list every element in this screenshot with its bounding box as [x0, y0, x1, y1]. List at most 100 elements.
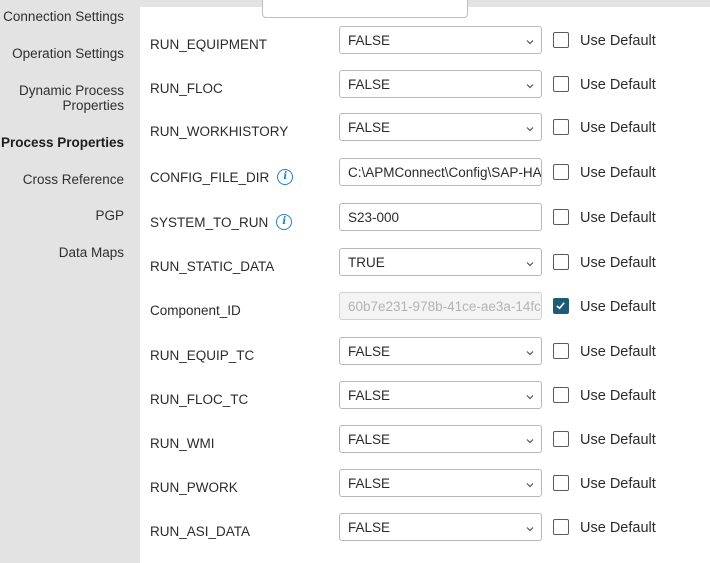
info-icon[interactable]: i	[276, 214, 293, 230]
sidebar-item-process-properties[interactable]: Process Properties	[1, 135, 124, 150]
value-dropdown[interactable]: FALSE	[339, 513, 542, 541]
value-dropdown[interactable]: FALSE	[339, 113, 542, 141]
property-label: RUN_FLOC	[150, 81, 223, 96]
sidebar-item-cross-reference[interactable]: Cross Reference	[23, 172, 124, 187]
property-name: Component_ID	[150, 303, 241, 318]
value-dropdown[interactable]: FALSE	[339, 337, 542, 365]
use-default-checkbox[interactable]	[553, 519, 569, 535]
use-default-label: Use Default	[580, 33, 656, 49]
value-dropdown[interactable]: TRUE	[339, 248, 542, 276]
property-name: RUN_EQUIP_TC	[150, 348, 255, 363]
field-value: FALSE	[348, 119, 391, 135]
sidebar-item-label: Connection Settings	[3, 9, 124, 24]
value-input-disabled: 60b7e231-978b-41ce-ae3a-14fc	[339, 292, 542, 320]
sidebar-item-dynamic-process-properties[interactable]: Dynamic Process Properties	[19, 83, 124, 113]
use-default-checkbox[interactable]	[553, 119, 569, 135]
field-value: FALSE	[348, 32, 391, 48]
sidebar-item-pgp[interactable]: PGP	[95, 208, 124, 223]
property-label: RUN_EQUIP_TC	[150, 348, 254, 363]
chevron-down-icon	[525, 522, 535, 532]
use-default-label: Use Default	[580, 77, 656, 93]
field-value: FALSE	[348, 76, 391, 92]
property-label: Component_ID	[150, 303, 241, 318]
value-dropdown[interactable]: FALSE	[339, 381, 542, 409]
sidebar-item-label-line2: Properties	[62, 98, 124, 113]
field-value: C:\APMConnect\Config\SAP-HAI	[348, 164, 542, 180]
chevron-down-icon	[525, 122, 535, 132]
use-default-checkbox[interactable]	[553, 431, 569, 447]
value-dropdown[interactable]: FALSE	[339, 469, 542, 497]
field-value: FALSE	[348, 475, 391, 491]
property-label: RUN_WMI	[150, 436, 215, 451]
use-default-checkbox[interactable]	[553, 343, 569, 359]
use-default-label: Use Default	[580, 344, 656, 360]
field-value: 60b7e231-978b-41ce-ae3a-14fc	[348, 298, 541, 314]
use-default-label: Use Default	[580, 255, 656, 271]
value-dropdown[interactable]: FALSE	[339, 70, 542, 98]
chevron-down-icon	[525, 346, 535, 356]
use-default-label: Use Default	[580, 165, 656, 181]
chevron-down-icon	[525, 257, 535, 267]
use-default-label: Use Default	[580, 299, 656, 315]
sidebar-item-connection-settings[interactable]: Connection Settings	[3, 9, 124, 24]
use-default-label: Use Default	[580, 210, 656, 226]
property-row: RUN_ASI_DATA FALSE Use Default	[140, 513, 710, 563]
property-label: RUN_EQUIPMENT	[150, 37, 267, 52]
sidebar-item-label: PGP	[95, 208, 124, 223]
property-name: RUN_FLOC_TC	[150, 392, 249, 407]
use-default-checkbox[interactable]	[553, 254, 569, 270]
property-label: RUN_FLOC_TC	[150, 392, 248, 407]
chevron-down-icon	[525, 35, 535, 45]
chevron-down-icon	[525, 478, 535, 488]
property-name: RUN_EQUIPMENT	[150, 37, 268, 52]
property-name: RUN_WORKHISTORY	[150, 124, 289, 139]
use-default-label: Use Default	[580, 120, 656, 136]
chevron-down-icon	[525, 390, 535, 400]
use-default-label: Use Default	[580, 476, 656, 492]
partially-visible-field[interactable]	[262, 0, 468, 18]
use-default-label: Use Default	[580, 520, 656, 536]
chevron-down-icon	[525, 434, 535, 444]
use-default-checkbox[interactable]	[553, 209, 569, 225]
sidebar-item-label: Cross Reference	[22, 172, 124, 187]
use-default-checkbox[interactable]	[553, 475, 569, 491]
field-value: TRUE	[348, 254, 385, 270]
sidebar-item-label: Data Maps	[58, 245, 124, 260]
use-default-checkbox[interactable]	[553, 387, 569, 403]
value-dropdown[interactable]: FALSE	[339, 425, 542, 453]
field-value: FALSE	[348, 519, 391, 535]
use-default-checkbox[interactable]	[553, 298, 569, 314]
value-input[interactable]: C:\APMConnect\Config\SAP-HAI	[339, 158, 542, 186]
property-label: RUN_STATIC_DATA	[150, 259, 274, 274]
property-label: RUN_PWORK	[150, 480, 238, 495]
property-name: RUN_FLOC	[150, 81, 223, 96]
sidebar-item-label: Operation Settings	[12, 46, 124, 61]
value-dropdown[interactable]: FALSE	[339, 26, 542, 54]
use-default-label: Use Default	[580, 432, 656, 448]
field-value: FALSE	[348, 343, 391, 359]
field-value: FALSE	[348, 387, 391, 403]
process-properties-panel: RUN_EQUIPMENT FALSE Use Default RUN_FLOC FAL…	[140, 0, 710, 563]
property-label: CONFIG_FILE_DIR i	[150, 169, 294, 185]
sidebar-item-label: Process Properties	[0, 135, 124, 150]
field-value: FALSE	[348, 431, 391, 447]
property-name: RUN_WMI	[150, 436, 215, 451]
checkmark-icon	[556, 302, 565, 310]
sidebar-item-operation-settings[interactable]: Operation Settings	[12, 46, 124, 61]
sidebar-item-data-maps[interactable]: Data Maps	[59, 245, 124, 260]
use-default-checkbox[interactable]	[553, 32, 569, 48]
property-name: RUN_PWORK	[150, 480, 238, 495]
property-label: RUN_ASI_DATA	[150, 524, 250, 539]
settings-sidebar: Connection Settings Operation Settings D…	[0, 0, 140, 563]
property-label: RUN_WORKHISTORY	[150, 124, 288, 139]
field-value: S23-000	[348, 209, 400, 225]
chevron-down-icon	[525, 79, 535, 89]
property-name: SYSTEM_TO_RUN	[150, 214, 269, 230]
use-default-checkbox[interactable]	[553, 164, 569, 180]
use-default-checkbox[interactable]	[553, 76, 569, 92]
info-icon[interactable]: i	[277, 169, 294, 185]
property-name: CONFIG_FILE_DIR	[150, 169, 270, 185]
use-default-label: Use Default	[580, 388, 656, 404]
value-input[interactable]: S23-000	[339, 203, 542, 231]
property-name: RUN_ASI_DATA	[150, 524, 251, 539]
